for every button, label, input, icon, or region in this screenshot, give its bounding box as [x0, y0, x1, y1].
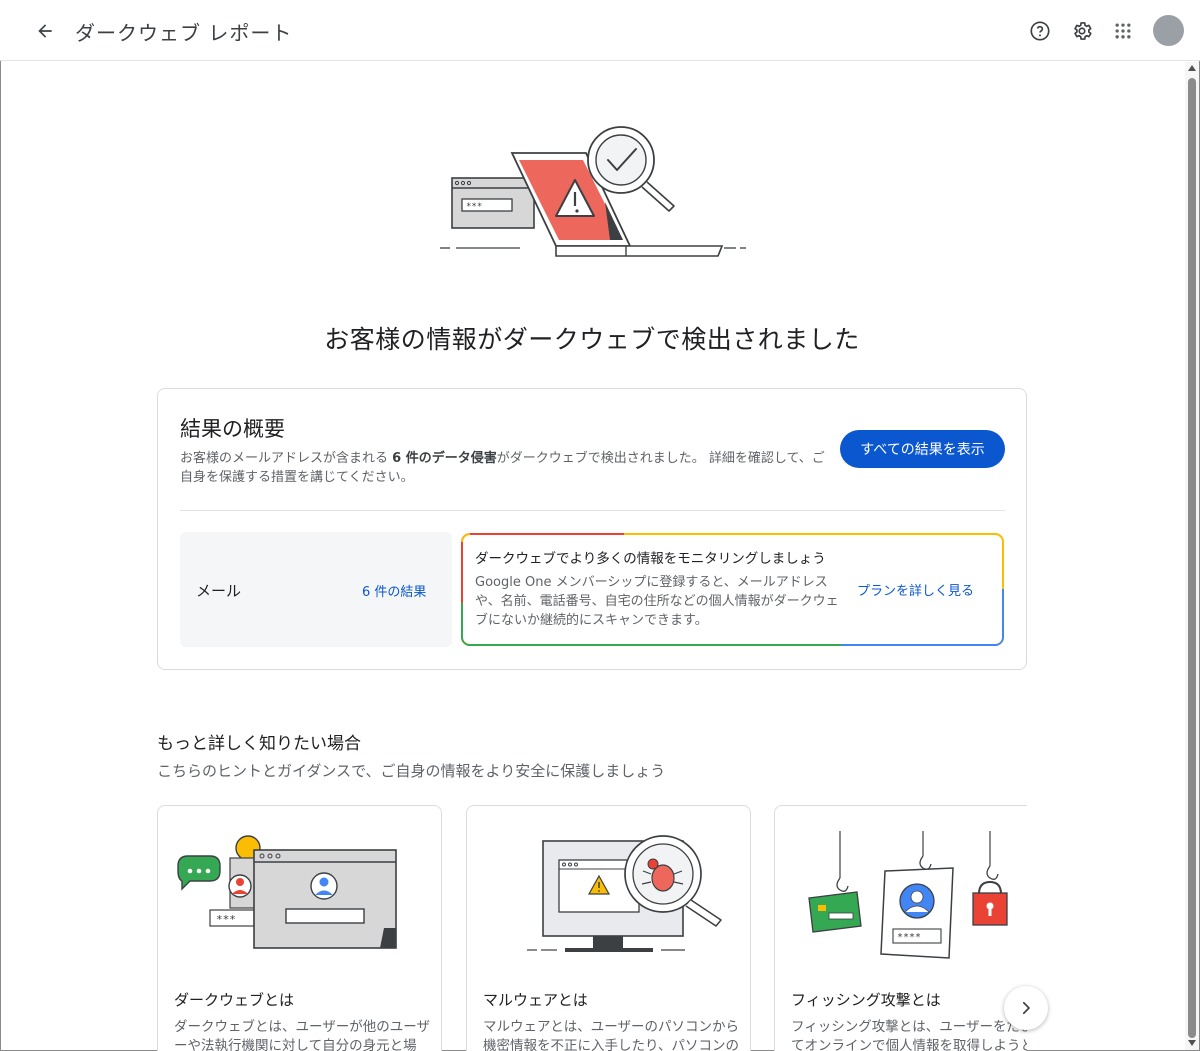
- summary-description: お客様のメールアドレスが含まれる 6 件のデータ侵害がダークウェブで検出されまし…: [180, 449, 830, 487]
- summary-desc-prefix: お客様のメールアドレスが含まれる: [180, 451, 393, 466]
- svg-text:***: ***: [216, 913, 236, 926]
- monitoring-description: Google One メンバーシップに登録すると、メールアドレスや、名前、電話番…: [475, 575, 839, 628]
- info-card-phishing[interactable]: **** フィッシング攻撃とは フィッシング攻撃とは、ユーザーをだましてオンライ…: [774, 805, 1027, 1051]
- monitoring-promo-content: ダークウェブでより多くの情報をモニタリングしましょう Google One メン…: [463, 535, 1002, 644]
- scroll-down-arrow-icon[interactable]: [1188, 1040, 1196, 1046]
- settings-button[interactable]: [1065, 14, 1099, 48]
- email-results-link[interactable]: 6 件の結果: [362, 581, 426, 600]
- scrollbar[interactable]: [1185, 62, 1199, 1050]
- carousel-next-button[interactable]: [1004, 986, 1048, 1030]
- apps-button[interactable]: [1106, 14, 1140, 48]
- page-header-title: ダークウェブ レポート: [75, 21, 293, 45]
- malware-illustration: [527, 835, 722, 952]
- back-button[interactable]: [28, 14, 62, 48]
- monitoring-promo-panel: ダークウェブでより多くの情報をモニタリングしましょう Google One メン…: [461, 533, 1004, 646]
- dark-web-illustration: ***: [177, 835, 397, 949]
- learn-more-subtitle: こちらのヒントとガイダンスで、ご自身の情報をより安全に保護しましょう: [157, 762, 666, 780]
- apps-icon: [1115, 23, 1131, 39]
- scrollbar-thumb[interactable]: [1188, 78, 1196, 1038]
- svg-text:****: ****: [897, 932, 921, 943]
- info-card-malware[interactable]: マルウェアとは マルウェアとは、ユーザーのパソコンから機密情報を不正に入手したり…: [466, 805, 751, 1051]
- arrow-back-icon: [38, 24, 52, 38]
- card-description: フィッシング攻撃とは、ユーザーをだましてオンラインで個人情報を取得しようとす: [791, 1019, 1027, 1051]
- monitoring-title: ダークウェブでより多くの情報をモニタリングしましょう: [475, 551, 826, 567]
- email-label: メール: [196, 582, 242, 600]
- view-all-results-button[interactable]: すべての結果を表示: [840, 430, 1005, 468]
- divider: [180, 510, 1005, 511]
- learn-more-title: もっと詳しく知りたい場合: [157, 734, 361, 754]
- help-button[interactable]: [1023, 14, 1057, 48]
- email-results-panel: メール 6 件の結果: [180, 532, 452, 647]
- svg-text:***: ***: [466, 202, 482, 212]
- breach-count-text: 6 件のデータ侵害: [392, 451, 497, 466]
- card-description: マルウェアとは、ユーザーのパソコンから機密情報を不正に入手したり、パソコンの動: [483, 1019, 739, 1051]
- account-avatar[interactable]: [1153, 15, 1184, 46]
- summary-title: 結果の概要: [180, 417, 285, 441]
- settings-icon: [1074, 22, 1092, 40]
- card-title: フィッシング攻撃とは: [791, 991, 941, 1009]
- scroll-up-arrow-icon[interactable]: [1188, 65, 1196, 71]
- dark-web-alert-illustration: ***: [440, 126, 746, 257]
- phishing-illustration: ****: [808, 831, 1008, 959]
- chevron-right-icon: [1022, 1001, 1030, 1015]
- card-title: ダークウェブとは: [174, 991, 295, 1009]
- help-icon: [1030, 21, 1050, 41]
- results-summary-card: 結果の概要 お客様のメールアドレスが含まれる 6 件のデータ侵害がダークウェブで…: [157, 388, 1027, 670]
- card-description: ダークウェブとは、ユーザーが他のユーザーや法執行機関に対して自分の身元と場所: [174, 1019, 430, 1051]
- view-plans-link[interactable]: プランを詳しく見る: [857, 580, 974, 599]
- card-title: マルウェアとは: [483, 991, 588, 1009]
- page-title: お客様の情報がダークウェブで検出されました: [324, 325, 860, 354]
- info-card-dark-web[interactable]: *** ダークウェブとは ダークウェブとは、ユーザーが他のユーザーや法執行機関に…: [157, 805, 442, 1051]
- app-header: ダークウェブ レポート: [0, 0, 1200, 61]
- info-cards-carousel: *** ダークウェブとは ダークウェブとは、ユーザーが他のユーザーや法執行機関に…: [157, 805, 1027, 1051]
